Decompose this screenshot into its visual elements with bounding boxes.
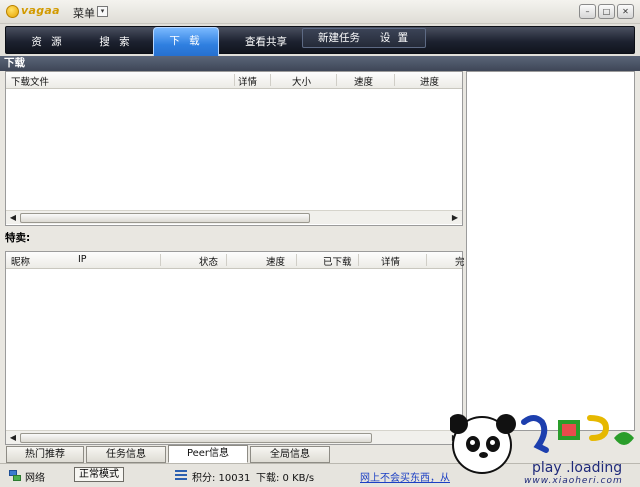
- title-bar: vagaa 菜单 ▾ – □ ✕: [0, 0, 640, 24]
- menu-label[interactable]: 菜单: [73, 5, 95, 21]
- minimize-button[interactable]: –: [579, 4, 596, 19]
- col-separator: [426, 254, 427, 266]
- download-section-title: 下载: [0, 56, 640, 71]
- download-speed: 下载: 0 KB/s: [256, 473, 315, 484]
- col-detail[interactable]: 详情: [238, 74, 257, 88]
- download-list-header: 下载文件 详情 大小 速度 进度: [6, 72, 462, 89]
- peer-list-header: 昵称 IP 状态 速度 已下载 详情 完: [6, 252, 465, 269]
- tab-task-info[interactable]: 任务信息: [86, 446, 166, 463]
- score-icon: [175, 470, 187, 480]
- watermark-subtext: play .loading: [532, 460, 623, 476]
- watermark: play .loading www.xiaoheri.com: [450, 410, 640, 487]
- col-ip[interactable]: IP: [78, 254, 87, 265]
- tab-resources[interactable]: 资 源: [20, 33, 76, 51]
- col-speed[interactable]: 速度: [354, 74, 373, 88]
- col-separator: [270, 74, 271, 86]
- col-separator: [358, 254, 359, 266]
- scroll-left-arrow-icon[interactable]: ◀: [7, 432, 19, 444]
- settings-button[interactable]: 设 置: [373, 29, 417, 47]
- panda-logo-icon: [450, 414, 516, 474]
- col-separator: [234, 74, 235, 86]
- col-separator: [296, 254, 297, 266]
- download-hscrollbar[interactable]: ◀ ▶: [6, 210, 462, 224]
- ad-link[interactable]: 网上不会买东西，从: [360, 469, 450, 484]
- special-label: 特卖:: [5, 232, 31, 244]
- logo-text: vagaa: [21, 4, 60, 17]
- network-icon: [9, 470, 21, 481]
- col-peer-detail[interactable]: 详情: [381, 254, 400, 268]
- col-peer-speed[interactable]: 速度: [266, 254, 285, 268]
- app-logo: vagaa: [6, 4, 60, 19]
- col-separator: [394, 74, 395, 86]
- new-task-button[interactable]: 新建任务: [309, 29, 369, 47]
- menu-dropdown-icon[interactable]: ▾: [97, 6, 108, 17]
- scroll-left-arrow-icon[interactable]: ◀: [7, 212, 19, 224]
- maximize-button[interactable]: □: [598, 4, 615, 19]
- tab-hot-recommend[interactable]: 热门推荐: [6, 446, 84, 463]
- right-side-panel: [466, 71, 635, 431]
- watermark-logotype: [521, 415, 634, 453]
- tab-download[interactable]: 下 载: [153, 27, 219, 56]
- peer-hscrollbar[interactable]: ◀ ▶: [6, 430, 462, 444]
- score-label: 积分: 10031: [192, 473, 251, 484]
- window-controls: – □ ✕: [579, 4, 634, 19]
- col-separator: [226, 254, 227, 266]
- download-list[interactable]: 下载文件 详情 大小 速度 进度 ◀ ▶: [5, 71, 463, 226]
- col-separator: [160, 254, 161, 266]
- col-size[interactable]: 大小: [292, 74, 311, 88]
- col-separator: [336, 74, 337, 86]
- col-complete[interactable]: 完: [455, 254, 465, 268]
- tab-view-share[interactable]: 查看共享: [228, 33, 304, 51]
- scroll-right-arrow-icon[interactable]: ▶: [449, 212, 461, 224]
- col-progress[interactable]: 进度: [420, 74, 439, 88]
- scroll-thumb[interactable]: [20, 213, 310, 223]
- col-download-file[interactable]: 下载文件: [11, 74, 49, 88]
- watermark-url: www.xiaoheri.com: [524, 476, 623, 486]
- tab-global-info[interactable]: 全局信息: [250, 446, 330, 463]
- tab-search[interactable]: 搜 索: [88, 33, 144, 51]
- nav-action-group: 新建任务 设 置: [302, 28, 426, 48]
- network-label: 网络: [25, 473, 45, 484]
- col-downloaded[interactable]: 已下载: [323, 254, 352, 268]
- close-button[interactable]: ✕: [617, 4, 634, 19]
- col-nickname[interactable]: 昵称: [11, 254, 30, 268]
- tab-peer-info[interactable]: Peer信息: [168, 445, 248, 463]
- col-status[interactable]: 状态: [199, 254, 218, 268]
- mode-indicator[interactable]: 正常模式: [74, 467, 124, 482]
- peer-list[interactable]: 昵称 IP 状态 速度 已下载 详情 完 ◀ ▶: [5, 251, 465, 445]
- scroll-thumb[interactable]: [20, 433, 372, 443]
- logo-face-icon: [6, 5, 19, 18]
